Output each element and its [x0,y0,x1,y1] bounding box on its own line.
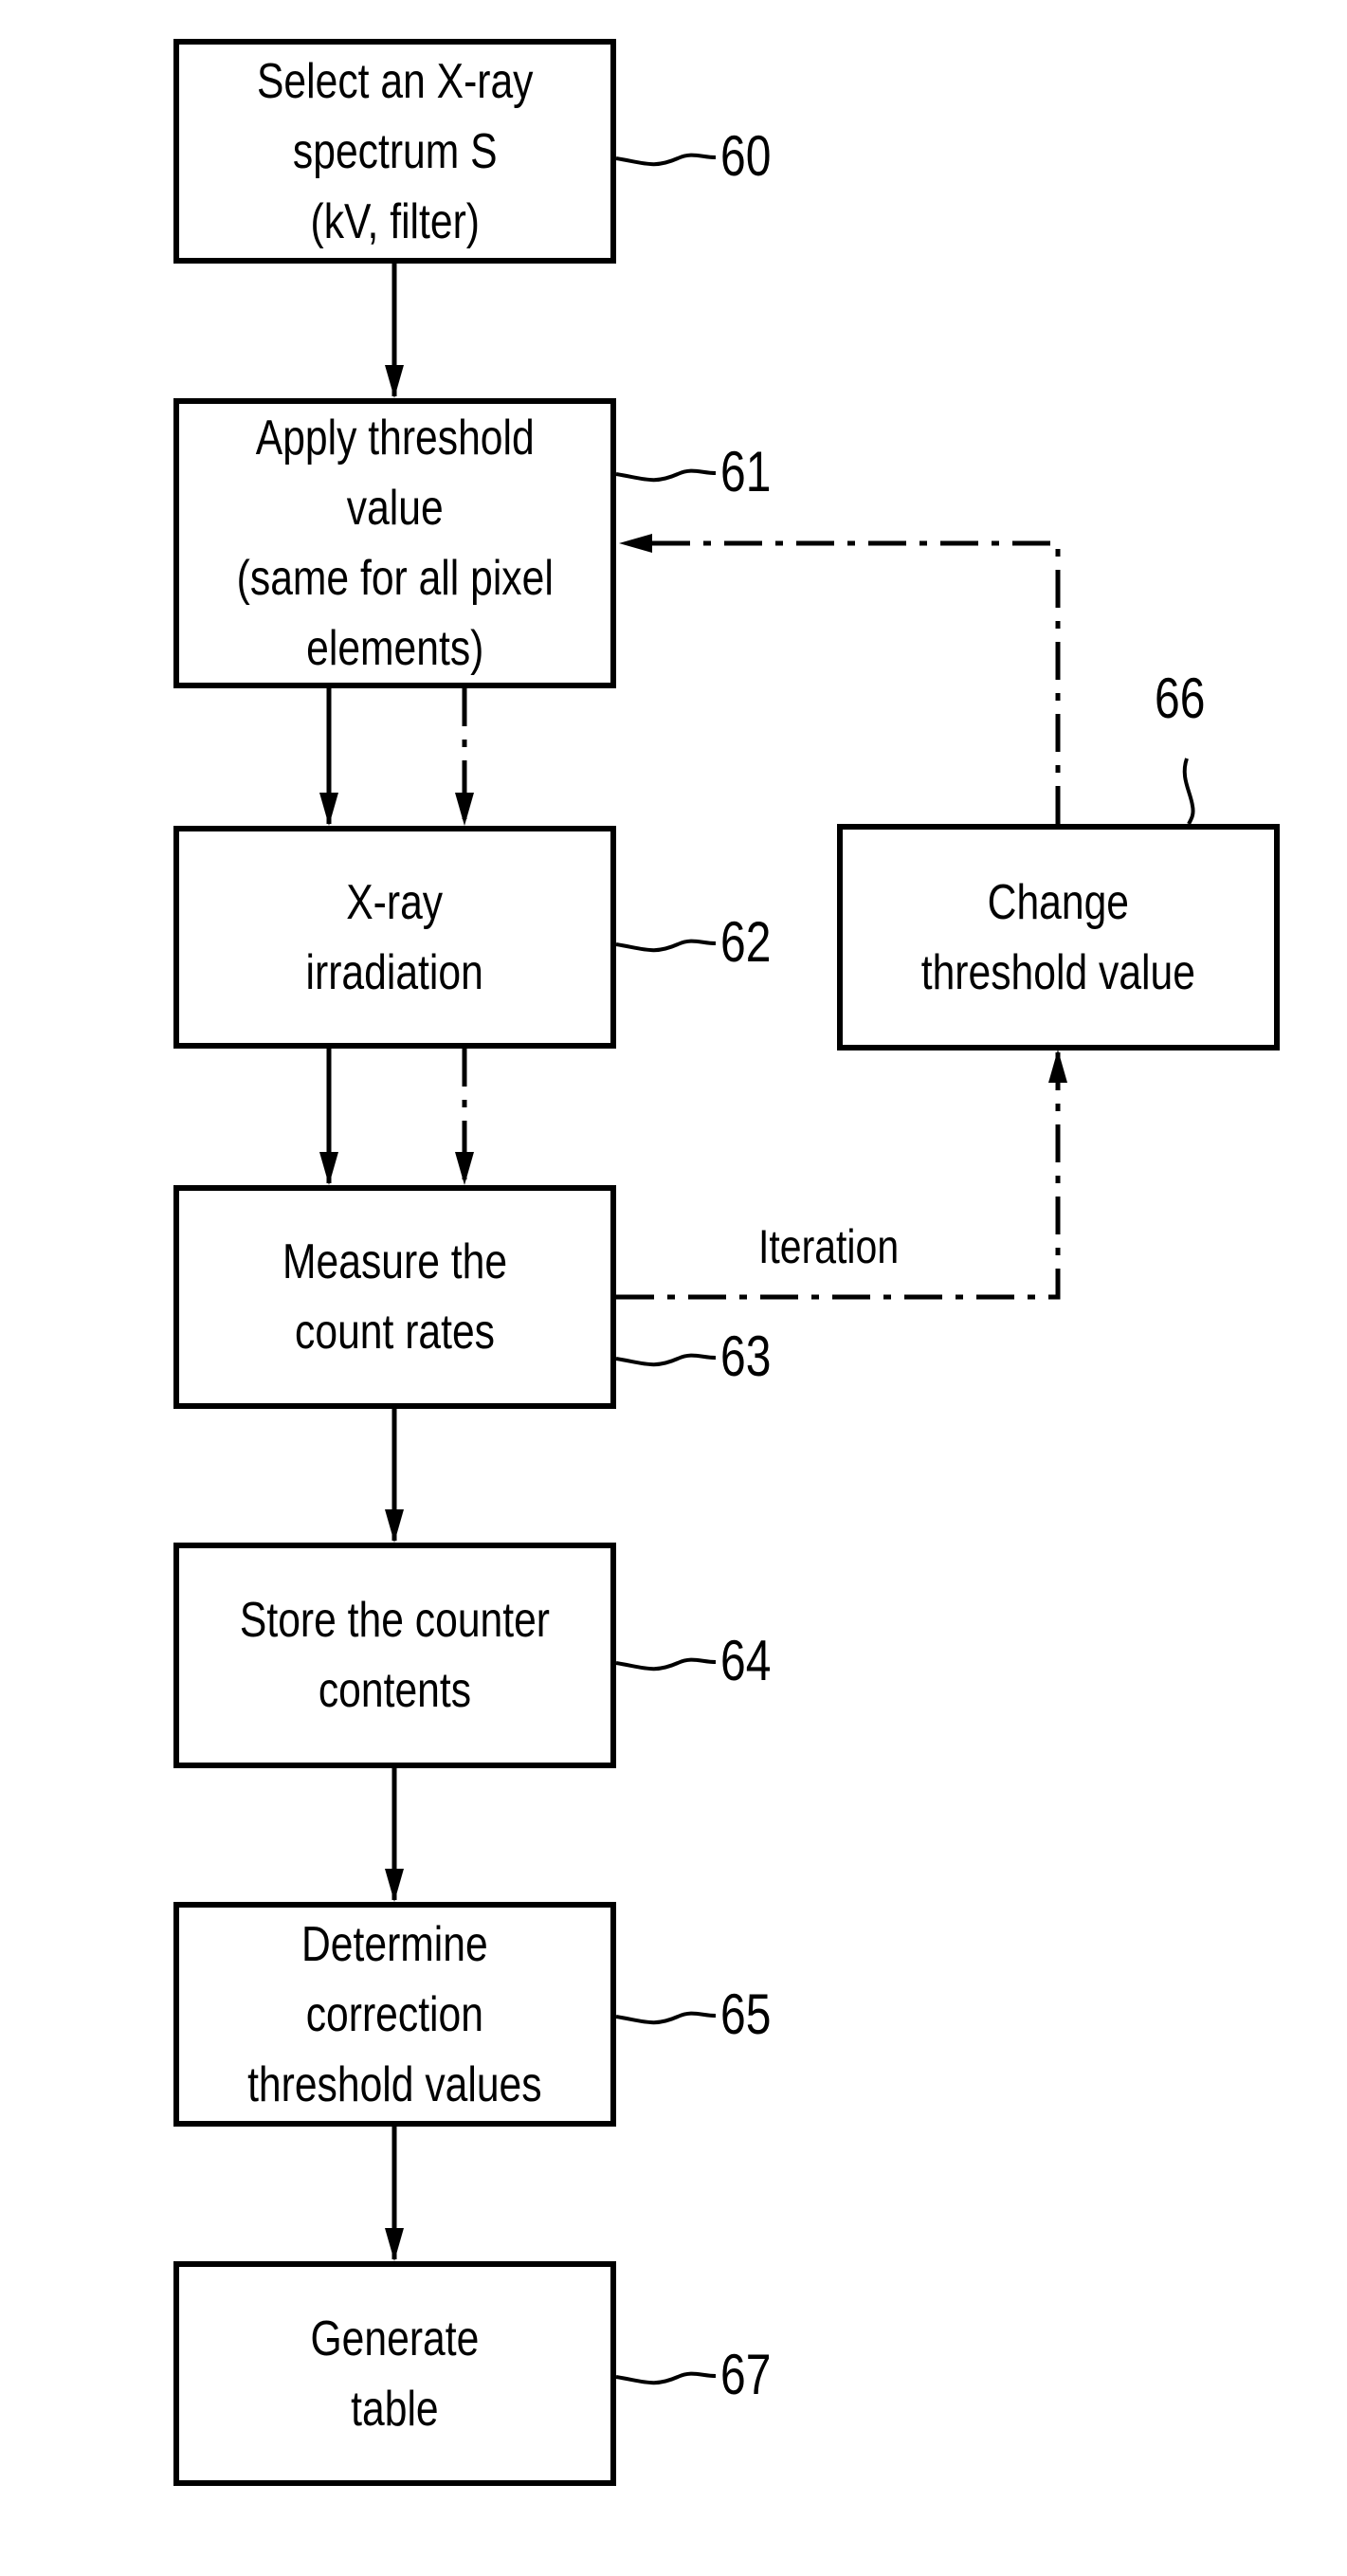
step-64-label: Store the counter contents [239,1593,551,1718]
ref-67: 67 [720,2343,772,2406]
arrowhead-62-63-solid [319,1152,338,1185]
step-67-generate-table: Generate table [173,2261,616,2486]
arrowhead-61-62-solid [319,793,338,826]
step-61-apply-threshold: Apply threshold value (same for all pixe… [173,398,616,688]
leader-65 [615,2011,717,2025]
arrowhead-62-63-dashed [455,1152,474,1185]
loop-66-61 [620,540,1061,824]
step-65-determine-correction: Determine correction threshold values [173,1902,616,2127]
step-67-label: Generate table [310,2311,480,2437]
arrowhead-to-66 [1048,1050,1067,1083]
step-60-select-spectrum: Select an X-ray spectrum S (kV, filter) [173,39,616,264]
arrowhead-63-64 [385,1509,404,1543]
leader-64 [615,1657,717,1672]
ref-65: 65 [720,1982,772,2046]
ref-61: 61 [720,440,772,503]
ref-60: 60 [720,124,772,188]
leader-63 [615,1353,717,1367]
ref-66: 66 [1155,667,1206,730]
leader-61 [615,468,717,483]
ref-63: 63 [720,1325,772,1388]
step-66-label: Change threshold value [920,874,1196,1000]
leader-60 [615,153,717,167]
arrowhead-60-61 [385,365,404,398]
step-62-label: X-ray irradiation [305,874,484,1000]
leader-67 [615,2371,717,2385]
arrowhead-64-65 [385,1869,404,1902]
step-64-store-counter: Store the counter contents [173,1543,616,1768]
step-62-xray-irradiation: X-ray irradiation [173,826,616,1049]
step-63-label: Measure the count rates [282,1234,508,1360]
arrowhead-65-67 [385,2228,404,2261]
step-65-label: Determine correction threshold values [247,1916,542,2112]
step-63-measure-count-rates: Measure the count rates [173,1185,616,1409]
arrowhead-61-62-dashed [455,793,474,826]
step-66-change-threshold: Change threshold value [837,824,1280,1050]
step-60-label: Select an X-ray spectrum S (kV, filter) [256,53,534,249]
leader-66 [1182,758,1195,825]
iteration-label: Iteration [758,1220,900,1273]
step-61-label: Apply threshold value (same for all pixe… [236,411,554,676]
leader-62 [615,939,717,953]
ref-64: 64 [720,1629,772,1692]
ref-62: 62 [720,910,772,974]
arrowhead-to-61 [619,534,652,553]
